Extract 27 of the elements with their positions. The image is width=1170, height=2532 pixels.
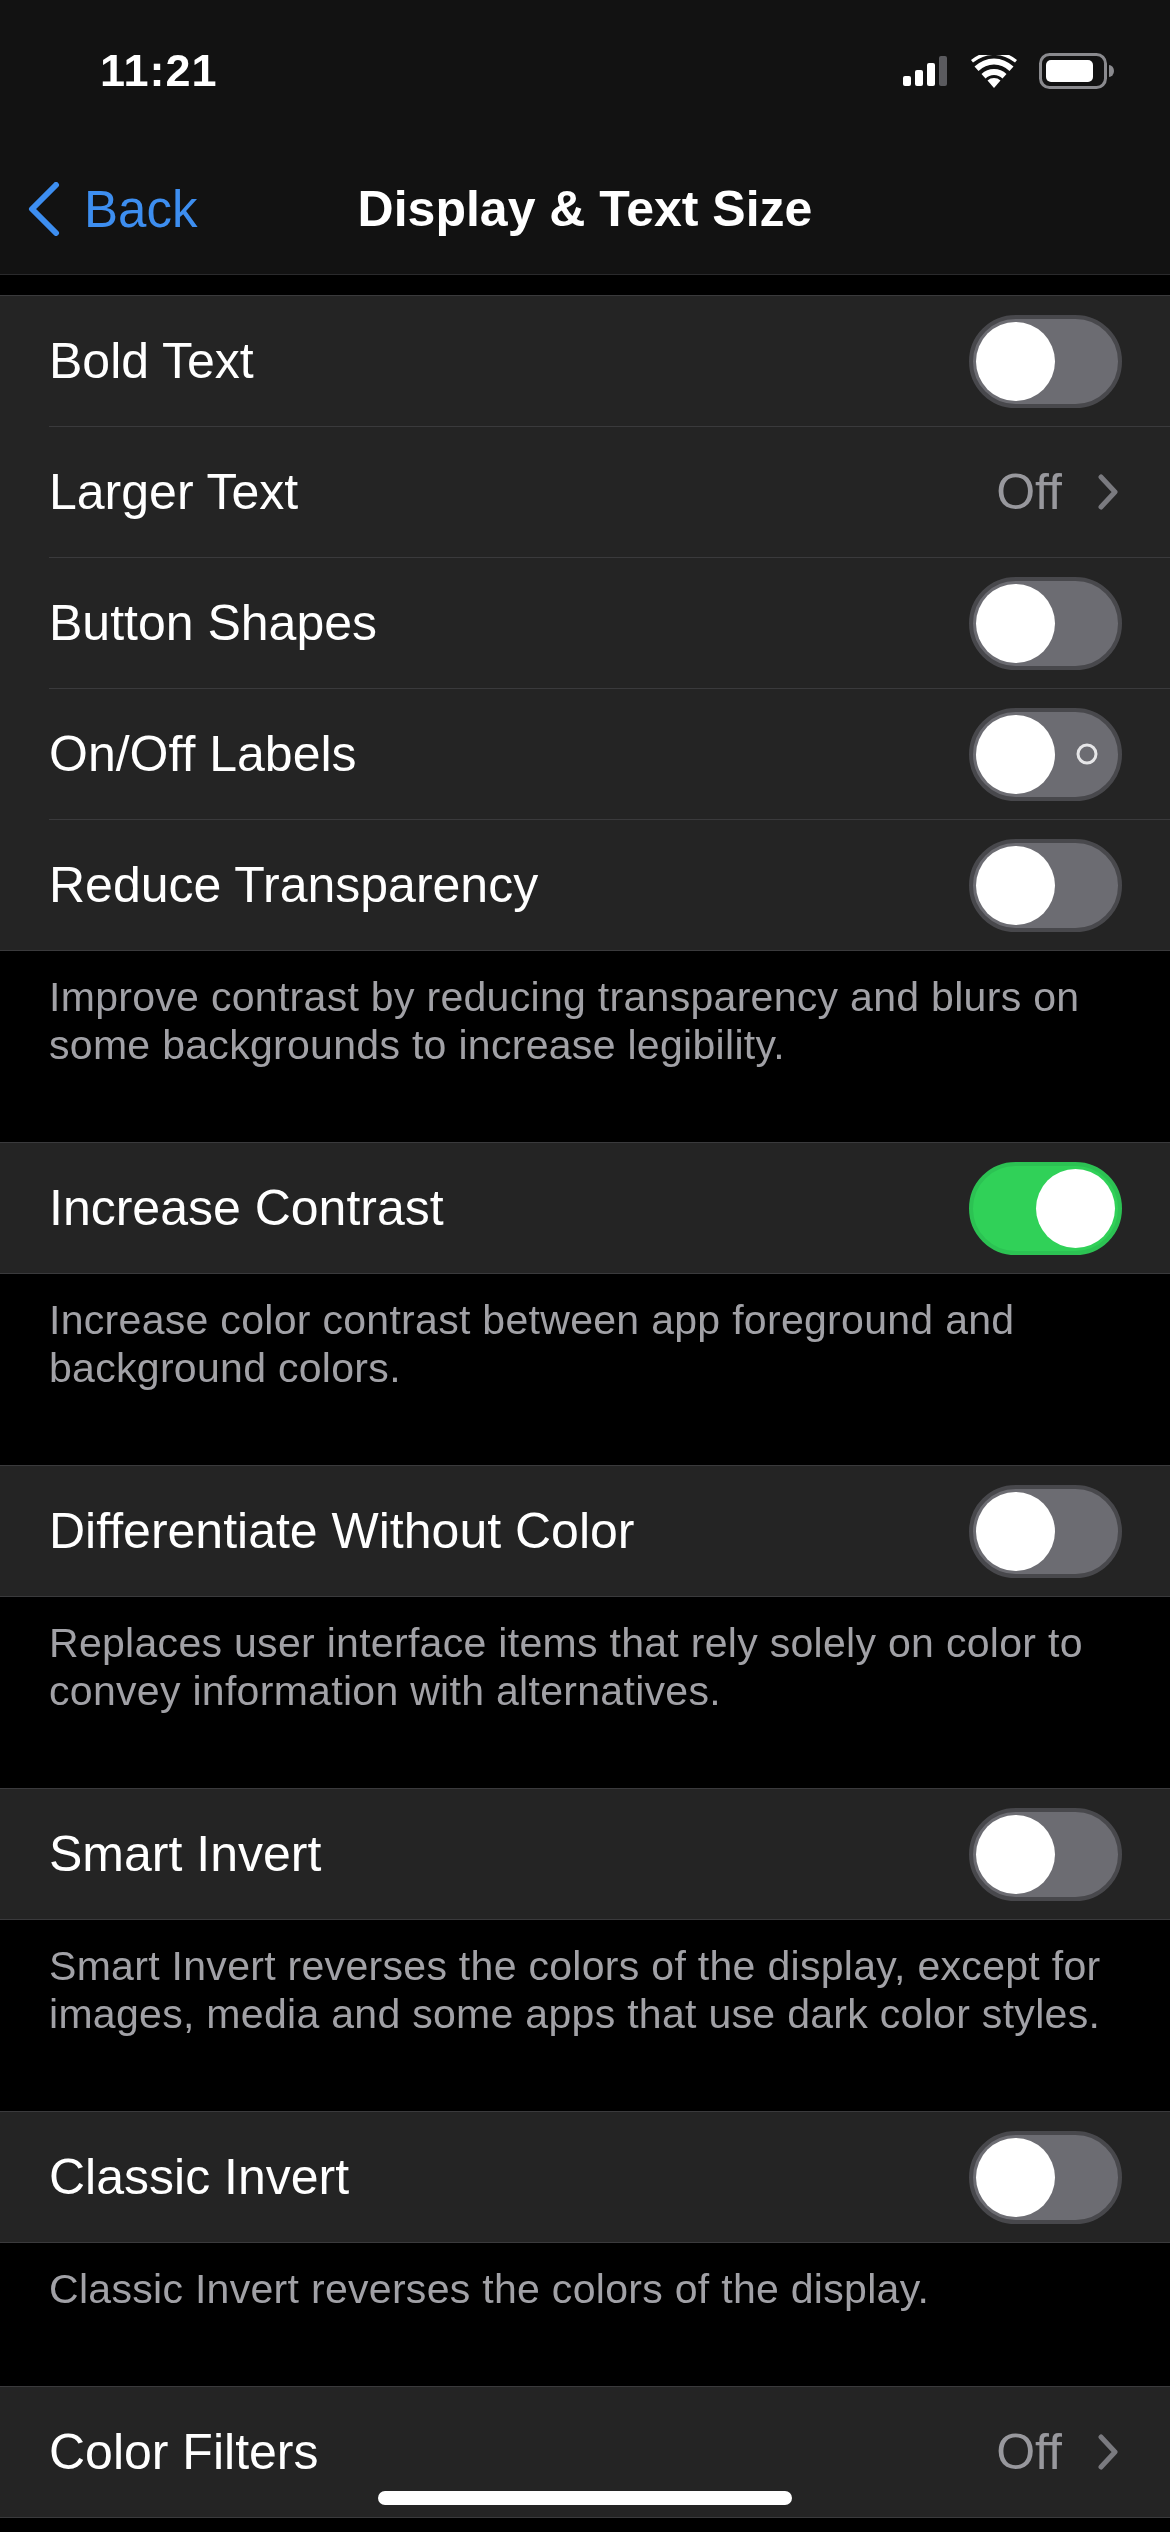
setting-value: Off — [996, 463, 1062, 521]
status-time: 11:21 — [100, 45, 218, 97]
setting-label: Color Filters — [49, 2423, 319, 2481]
setting-label: Classic Invert — [49, 2148, 350, 2206]
nav-title: Display & Text Size — [357, 180, 813, 238]
chevron-right-icon[interactable] — [1098, 474, 1118, 510]
ring-icon — [1076, 742, 1098, 765]
back-button[interactable]: Back — [0, 179, 198, 239]
setting-label: On/Off Labels — [49, 725, 357, 783]
setting-label: Button Shapes — [49, 594, 378, 652]
footer-note: Replaces user interface items that rely solely on color to convey information with alternatives. — [49, 1619, 1084, 1715]
setting-label: Bold Text — [49, 332, 254, 390]
wifi-icon — [971, 54, 1017, 88]
footer-note: Increase color contrast between app foreground and background colors. — [49, 1296, 1016, 1392]
footer-note: Classic Invert reverses the colors of the display. — [49, 2265, 931, 2313]
setting-label: Smart Invert — [49, 1825, 322, 1883]
setting-label: Increase Contrast — [49, 1179, 444, 1237]
battery-icon — [1039, 53, 1114, 89]
setting-label: Differentiate Without Color — [49, 1502, 635, 1560]
signal-icon — [903, 56, 949, 86]
setting-label: Larger Text — [49, 463, 299, 521]
setting-value: Off — [996, 2423, 1062, 2481]
footer-note: Smart Invert reverses the colors of the display, except for images, media and some apps that use dark color styles. — [49, 1942, 1102, 2038]
chevron-left-icon — [28, 182, 60, 236]
setting-label: Reduce Transparency — [49, 856, 539, 914]
chevron-right-icon[interactable] — [1098, 2434, 1118, 2470]
footer-note: Improve contrast by reducing transparency and blurs on some backgrounds to increase legibility. — [49, 973, 1081, 1069]
